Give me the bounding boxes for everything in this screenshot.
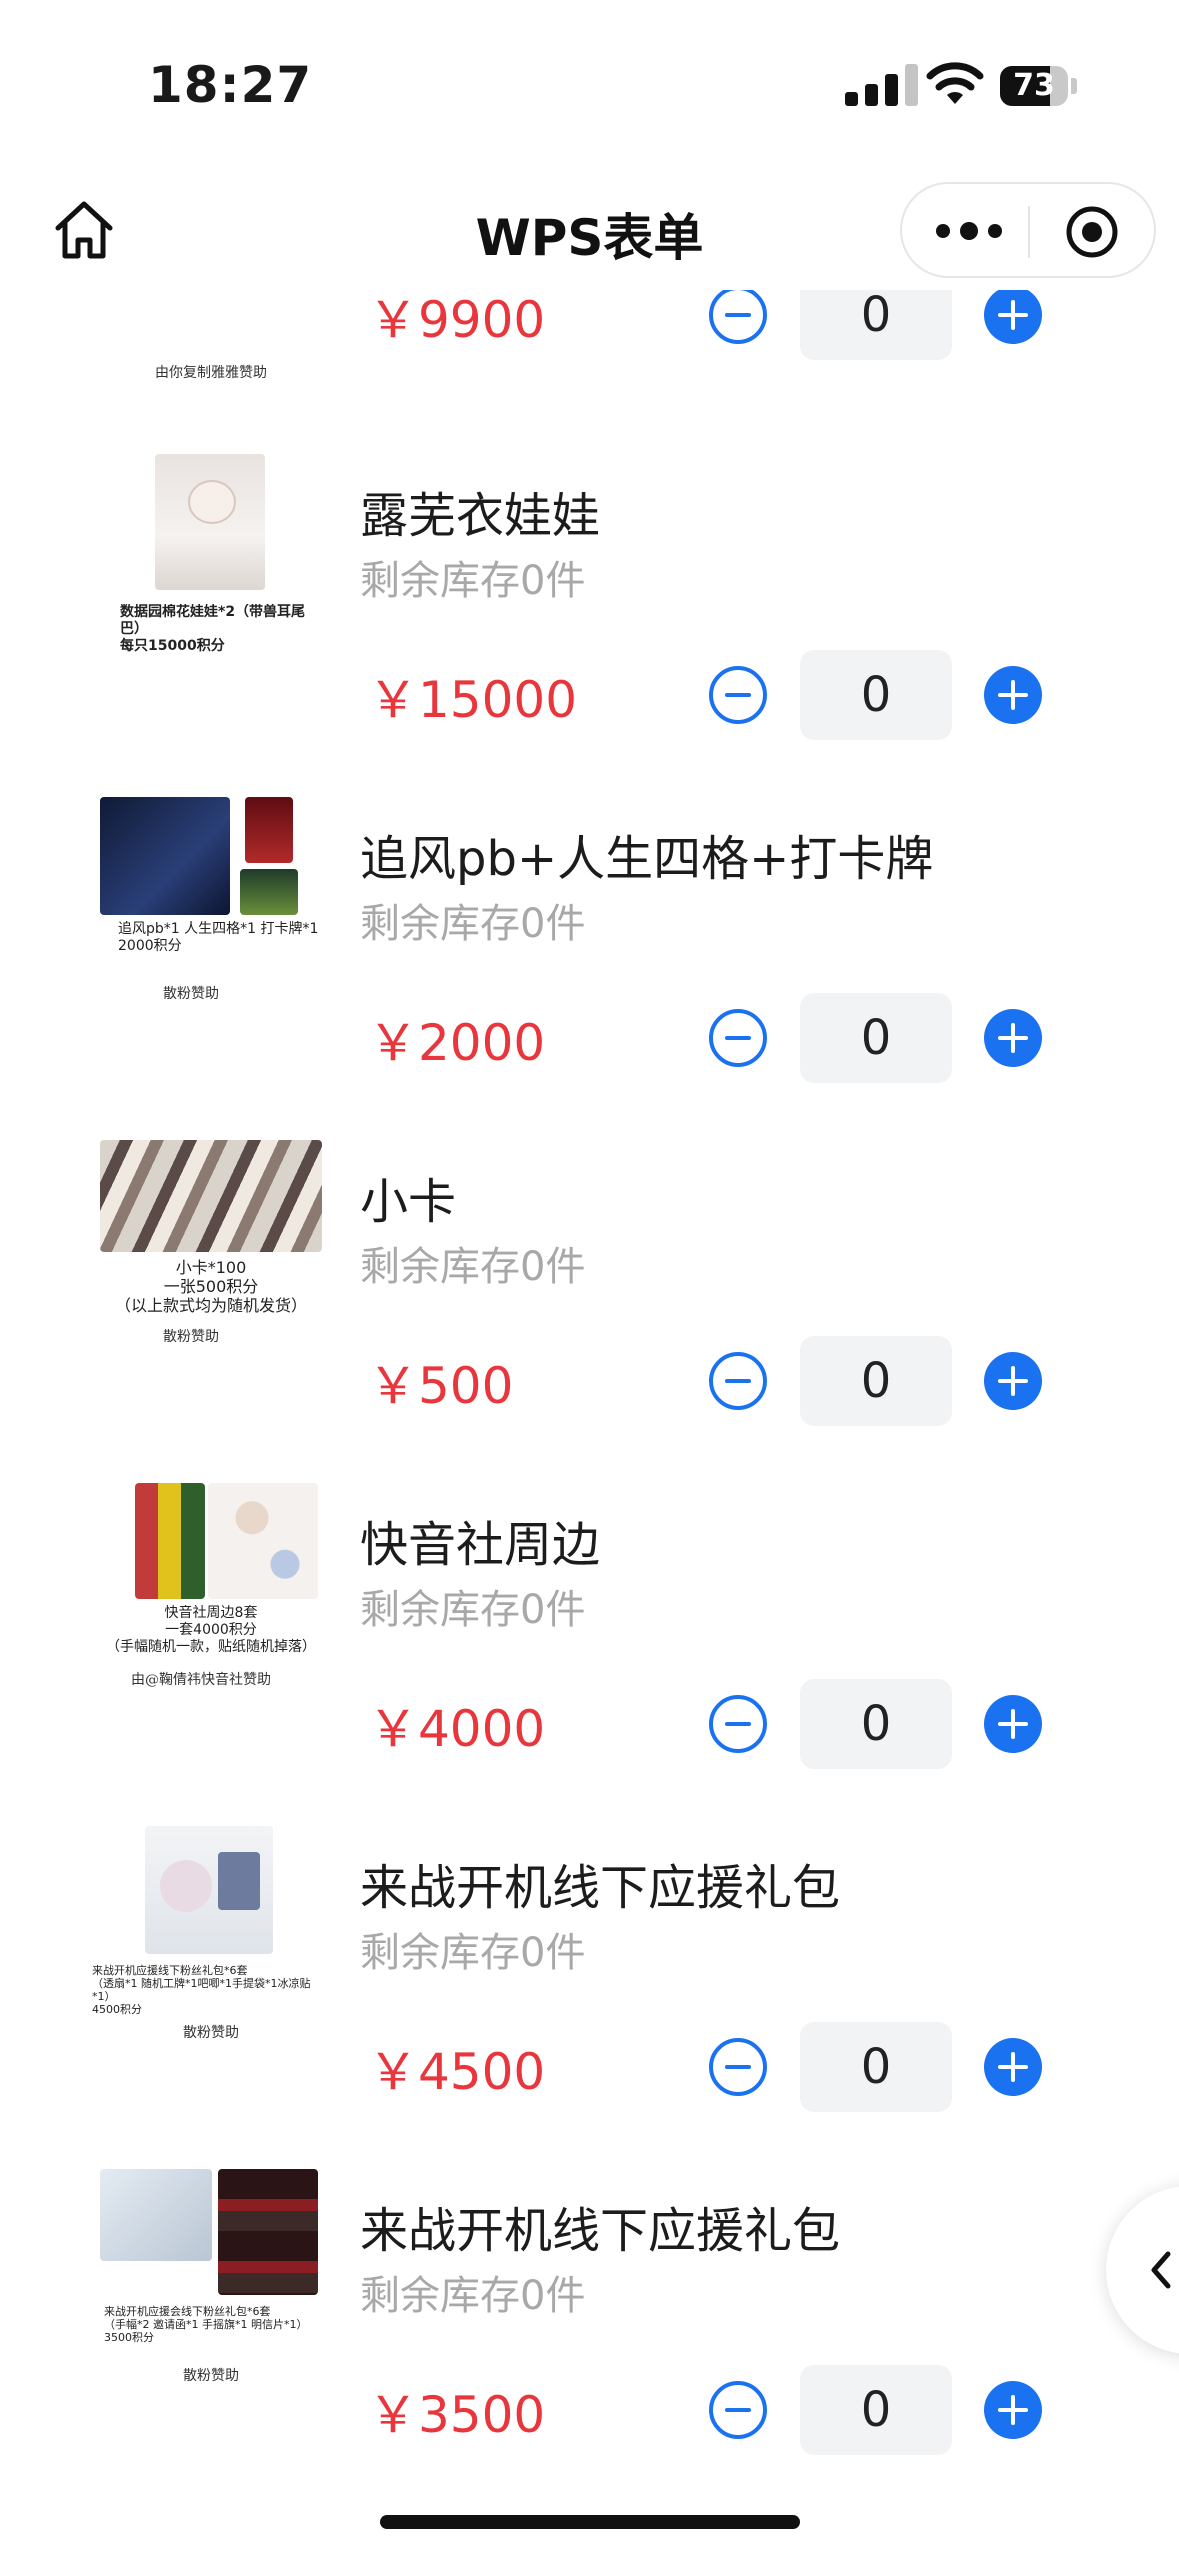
battery-icon: 73: [1000, 66, 1068, 106]
wifi-icon: [926, 62, 984, 104]
quantity-field[interactable]: 0: [800, 2022, 952, 2112]
product-price: ￥9900: [368, 291, 546, 349]
poster-collage-photo: [218, 2169, 318, 2295]
status-time: 18:27: [148, 56, 313, 114]
decrease-quantity-button[interactable]: [709, 1695, 767, 1753]
increase-quantity-button[interactable]: [984, 1695, 1042, 1753]
four-frame-photo: [245, 797, 293, 863]
product-thumbnail: 来战开机应援线下粉丝礼包*6套 （透扇*1 随机工牌*1吧唧*1手提袋*1冰凉贴…: [92, 1826, 322, 2096]
product-price: ￥4500: [368, 2043, 546, 2101]
gift-pack-fan: [160, 1860, 212, 1912]
quantity-field[interactable]: 0: [800, 1679, 952, 1769]
product-item: 由你复制雅雅赞助 ￥9900 0: [0, 290, 1179, 439]
product-list: 由你复制雅雅赞助 ￥9900 0 数据园棉花娃娃*2（带兽耳尾巴） 每只1500…: [0, 290, 1179, 2500]
increase-quantity-button[interactable]: [984, 1352, 1042, 1410]
decrease-quantity-button[interactable]: [709, 1352, 767, 1410]
thumbnail-caption: 来战开机应援线下粉丝礼包*6套 （透扇*1 随机工牌*1吧唧*1手提袋*1冰凉贴…: [92, 1964, 311, 2016]
decrease-quantity-button[interactable]: [709, 2381, 767, 2439]
battery-percent: 73: [1013, 68, 1055, 103]
cellular-signal-icon: [845, 64, 925, 106]
plush-doll-face: [188, 480, 236, 524]
thumbnail-credit: 由你复制雅雅赞助: [155, 365, 267, 381]
merch-banners-photo: [135, 1483, 205, 1599]
thumbnail-caption: 小卡*100 一张500积分 （以上款式均为随机发货）: [114, 1258, 307, 1315]
product-name: 追风pb+人生四格+打卡牌: [360, 831, 934, 887]
increase-quantity-button[interactable]: [984, 2038, 1042, 2096]
nav-bar: WPS表单: [0, 170, 1179, 290]
thumbnail-caption: 数据园棉花娃娃*2（带兽耳尾巴） 每只15000积分: [120, 604, 306, 654]
product-name: 露芜衣娃娃: [360, 488, 601, 544]
increase-quantity-button[interactable]: [984, 666, 1042, 724]
quantity-field[interactable]: 0: [800, 993, 952, 1083]
status-bar: 18:27 73: [0, 0, 1179, 170]
product-thumbnail: 来战开机应援会线下粉丝礼包*6套 （手幅*2 邀请函*1 手摇旗*1 明信片*1…: [100, 2169, 322, 2439]
thumbnail-caption: 来战开机应援会线下粉丝礼包*6套 （手幅*2 邀请函*1 手摇旗*1 明信片*1…: [104, 2305, 308, 2344]
photo-cards-photo: [100, 1140, 322, 1252]
product-thumbnail: 小卡*100 一张500积分 （以上款式均为随机发货） 散粉赞助: [100, 1140, 322, 1410]
product-stock: 剩余库存0件: [360, 1587, 586, 1633]
product-price: ￥3500: [368, 2386, 546, 2444]
thumbnail-credit: 散粉赞助: [163, 986, 219, 1002]
quantity-field[interactable]: 0: [800, 2365, 952, 2455]
product-stock: 剩余库存0件: [360, 1930, 586, 1976]
product-name: 来战开机线下应援礼包: [360, 1860, 841, 1916]
product-name: 来战开机线下应援礼包: [360, 2203, 841, 2259]
product-thumbnail: 快音社周边8套 一套4000积分 （手幅随机一款，贴纸随机掉落） 由@鞠倩祎快音…: [100, 1483, 322, 1753]
thumbnail-caption: 追风pb*1 人生四格*1 打卡牌*1 2000积分: [118, 921, 319, 954]
product-item: 小卡*100 一张500积分 （以上款式均为随机发货） 散粉赞助 小卡 剩余库存…: [0, 1140, 1179, 1505]
product-item: 追风pb*1 人生四格*1 打卡牌*1 2000积分 散粉赞助 追风pb+人生四…: [0, 797, 1179, 1162]
merch-items-photo: [208, 1483, 318, 1599]
product-name: 小卡: [360, 1174, 457, 1230]
product-price: ￥4000: [368, 1700, 546, 1758]
thumbnail-credit: 散粉赞助: [163, 1329, 219, 1345]
increase-quantity-button[interactable]: [984, 2381, 1042, 2439]
thumbnail-credit: 由@鞠倩祎快音社赞助: [131, 1672, 271, 1688]
product-thumbnail: 追风pb*1 人生四格*1 打卡牌*1 2000积分 散粉赞助: [100, 797, 322, 1067]
product-name: 快音社周边: [360, 1517, 601, 1573]
product-item: 快音社周边8套 一套4000积分 （手幅随机一款，贴纸随机掉落） 由@鞠倩祎快音…: [0, 1483, 1179, 1848]
product-stock: 剩余库存0件: [360, 2273, 586, 2319]
invitation-photo: [100, 2169, 212, 2261]
decrease-quantity-button[interactable]: [709, 290, 767, 344]
increase-quantity-button[interactable]: [984, 290, 1042, 344]
thumbnail-credit: 散粉赞助: [183, 2368, 239, 2384]
decrease-quantity-button[interactable]: [709, 666, 767, 724]
product-price: ￥2000: [368, 1014, 546, 1072]
close-mini-program-icon[interactable]: [1062, 202, 1122, 262]
product-item: 来战开机应援会线下粉丝礼包*6套 （手幅*2 邀请函*1 手摇旗*1 明信片*1…: [0, 2169, 1179, 2500]
capsule-divider: [1028, 206, 1030, 258]
more-icon[interactable]: [922, 198, 1012, 264]
chevron-left-icon: [1151, 2251, 1171, 2289]
decrease-quantity-button[interactable]: [709, 2038, 767, 2096]
mini-program-capsule: [900, 182, 1156, 278]
gift-pack-card: [218, 1852, 260, 1910]
product-item: 来战开机应援线下粉丝礼包*6套 （透扇*1 随机工牌*1吧唧*1手提袋*1冰凉贴…: [0, 1826, 1179, 2191]
check-in-card-photo: [240, 869, 298, 915]
quantity-field[interactable]: 0: [800, 1336, 952, 1426]
quantity-field[interactable]: 0: [800, 290, 952, 360]
home-indicator[interactable]: [380, 2515, 800, 2529]
product-item: 数据园棉花娃娃*2（带兽耳尾巴） 每只15000积分 露芜衣娃娃 剩余库存0件 …: [0, 454, 1179, 819]
product-price: ￥15000: [368, 671, 578, 729]
product-thumbnail: 由你复制雅雅赞助: [100, 290, 322, 402]
product-price: ￥500: [368, 1357, 514, 1415]
product-thumbnail: 数据园棉花娃娃*2（带兽耳尾巴） 每只15000积分: [100, 454, 322, 724]
battery-tip: [1071, 78, 1077, 94]
product-stock: 剩余库存0件: [360, 1244, 586, 1290]
quantity-field[interactable]: 0: [800, 650, 952, 740]
product-stock: 剩余库存0件: [360, 558, 586, 604]
increase-quantity-button[interactable]: [984, 1009, 1042, 1067]
thumbnail-caption: 快音社周边8套 一套4000积分 （手幅随机一款，贴纸随机掉落）: [106, 1605, 316, 1655]
thumbnail-credit: 散粉赞助: [183, 2025, 239, 2041]
decrease-quantity-button[interactable]: [709, 1009, 767, 1067]
photobook-photo: [100, 797, 230, 915]
product-stock: 剩余库存0件: [360, 901, 586, 947]
